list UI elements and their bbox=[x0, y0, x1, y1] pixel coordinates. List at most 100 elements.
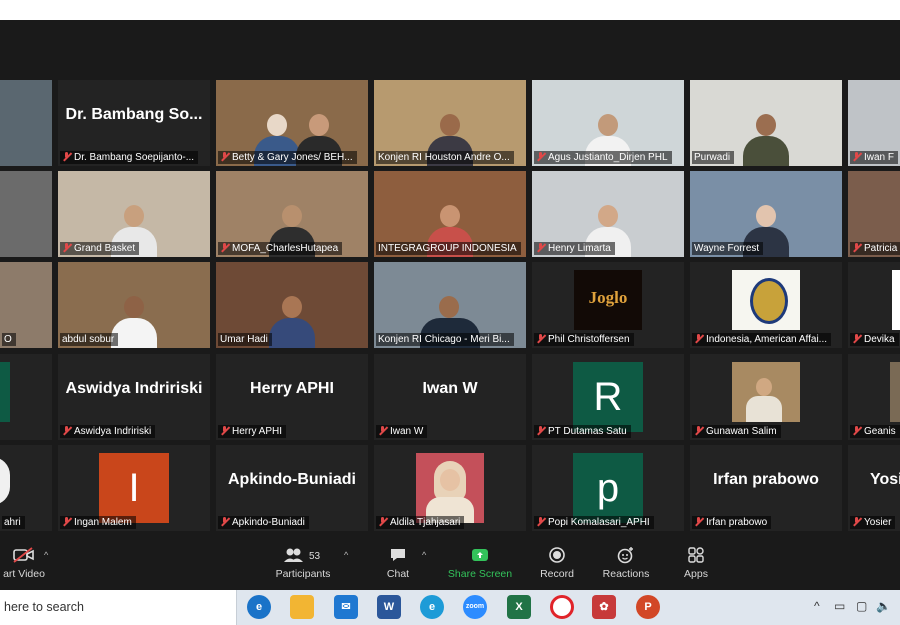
opera-icon[interactable] bbox=[550, 595, 574, 619]
participant-tile[interactable]: Iwan F bbox=[848, 80, 900, 166]
excel-icon[interactable]: X bbox=[507, 595, 531, 619]
participant-tile[interactable]: Iwan W Iwan W bbox=[374, 354, 526, 440]
muted-mic-icon bbox=[536, 334, 545, 343]
participant-label: Grand Basket bbox=[60, 242, 140, 255]
participant-label: Aswidya Indririski bbox=[60, 425, 156, 438]
muted-mic-icon bbox=[62, 517, 71, 526]
profile-image bbox=[416, 453, 484, 523]
participant-tile[interactable] bbox=[0, 171, 52, 257]
participant-tile[interactable] bbox=[0, 354, 52, 440]
participant-label: Popi Komalasari_APHI bbox=[534, 516, 654, 529]
participants-button[interactable]: 53 Participants bbox=[272, 546, 334, 580]
participant-tile[interactable]: ahri bbox=[0, 445, 52, 531]
participant-tile[interactable]: R PT Dutamas Satu bbox=[532, 354, 684, 440]
participant-name-display: Yosi bbox=[870, 471, 900, 488]
chat-button[interactable]: Chat bbox=[380, 546, 416, 580]
participant-tile[interactable]: Herry APHI Herry APHI bbox=[216, 354, 368, 440]
share-screen-button[interactable]: Share Screen bbox=[446, 546, 514, 580]
participant-label: Devika bbox=[850, 333, 899, 346]
participant-label: INTEGRAGROUP INDONESIA bbox=[376, 242, 521, 255]
video-options-caret-icon[interactable]: ^ bbox=[44, 550, 48, 560]
apps-button[interactable]: Apps bbox=[678, 546, 714, 580]
participant-tile[interactable]: Betty & Gary Jones/ BEH... bbox=[216, 80, 368, 166]
participant-tile[interactable]: Aldila Tjahjasari bbox=[374, 445, 526, 531]
participant-figure bbox=[269, 292, 315, 348]
participant-tile[interactable]: Wayne Forrest bbox=[690, 171, 842, 257]
participant-label: Aldila Tjahjasari bbox=[376, 516, 465, 529]
participant-label: Geanis bbox=[850, 425, 900, 438]
participant-tile[interactable]: Konjen RI Houston Andre O... bbox=[374, 80, 526, 166]
participant-tile[interactable]: Patricia bbox=[848, 171, 900, 257]
participant-label: Konjen RI Chicago - Meri Bi... bbox=[376, 333, 514, 346]
app-red-icon[interactable]: ✿ bbox=[592, 595, 616, 619]
participant-label: PT Dutamas Satu bbox=[534, 425, 631, 438]
participant-label: Patricia bbox=[850, 242, 900, 255]
participants-count: 53 bbox=[309, 551, 321, 562]
participant-label: Iwan F bbox=[850, 151, 899, 164]
participant-tile[interactable]: MOFA_CharlesHutapea bbox=[216, 171, 368, 257]
participant-name-display: Aswidya Indririski bbox=[65, 380, 203, 397]
participant-label: Ingan Malem bbox=[60, 516, 136, 529]
file-explorer-icon[interactable] bbox=[290, 595, 314, 619]
muted-mic-icon bbox=[852, 243, 861, 252]
participant-tile[interactable]: abdul sobur bbox=[58, 262, 210, 348]
video-feed bbox=[0, 171, 52, 257]
participant-label: Umar Hadi bbox=[218, 333, 272, 346]
muted-mic-icon bbox=[536, 517, 545, 526]
participant-tile[interactable]: Indonesia, American Affai... bbox=[690, 262, 842, 348]
participant-tile[interactable]: Agus Justianto_Dirjen PHL bbox=[532, 80, 684, 166]
meeting-toolbar: art Video ^ 53 Participants ^ Chat ^ Sha… bbox=[0, 542, 900, 590]
start-video-button[interactable]: art Video bbox=[0, 546, 48, 580]
powerpoint-icon[interactable]: P bbox=[636, 595, 660, 619]
chat-caret-icon[interactable]: ^ bbox=[422, 550, 426, 560]
volume-icon[interactable]: 🔈 bbox=[876, 599, 891, 613]
muted-mic-icon bbox=[852, 334, 861, 343]
word-icon[interactable]: W bbox=[377, 595, 401, 619]
participant-tile[interactable]: Dr. Bambang So... Dr. Bambang Soepijanto… bbox=[58, 80, 210, 166]
participants-caret-icon[interactable]: ^ bbox=[344, 550, 348, 560]
participant-label: Apkindo-Buniadi bbox=[218, 516, 309, 529]
profile-image bbox=[892, 270, 900, 330]
participant-tile[interactable]: Yosi Yosier bbox=[848, 445, 900, 531]
record-button[interactable]: Record bbox=[536, 546, 578, 580]
participant-tile[interactable]: Aswidya Indririski Aswidya Indririski bbox=[58, 354, 210, 440]
participant-label: abdul sobur bbox=[60, 333, 119, 346]
network-icon[interactable]: ▭ bbox=[834, 599, 845, 613]
participant-tile[interactable] bbox=[0, 80, 52, 166]
reactions-button[interactable]: Reactions bbox=[598, 546, 654, 580]
mail-icon[interactable]: ✉ bbox=[334, 595, 358, 619]
apps-icon bbox=[678, 546, 714, 568]
video-off-icon bbox=[0, 546, 48, 568]
participant-label: Wayne Forrest bbox=[692, 242, 764, 255]
profile-image bbox=[0, 457, 10, 505]
search-placeholder: here to search bbox=[4, 600, 84, 614]
muted-mic-icon bbox=[62, 152, 71, 161]
participant-tile[interactable]: Apkindo-Buniadi Apkindo-Buniadi bbox=[216, 445, 368, 531]
taskbar-search-box[interactable]: here to search bbox=[0, 590, 237, 625]
participant-tile[interactable]: Geanis bbox=[848, 354, 900, 440]
chevron-up-icon[interactable]: ^ bbox=[814, 599, 820, 613]
edge-legacy-icon[interactable]: e bbox=[247, 595, 271, 619]
zoom-icon[interactable]: zoom bbox=[463, 595, 487, 619]
participant-tile-active-speaker[interactable]: Konjen RI Chicago - Meri Bi... bbox=[374, 262, 526, 348]
participant-tile[interactable]: INTEGRAGROUP INDONESIA bbox=[374, 171, 526, 257]
participant-tile[interactable]: Purwadi bbox=[690, 80, 842, 166]
participant-tile[interactable]: Irfan prabowo Irfan prabowo bbox=[690, 445, 842, 531]
participant-tile[interactable]: Gunawan Salim bbox=[690, 354, 842, 440]
participant-name-display: Herry APHI bbox=[250, 380, 334, 397]
chat-icon bbox=[380, 546, 416, 568]
participant-tile[interactable]: Devika bbox=[848, 262, 900, 348]
participant-tile[interactable]: Henry Limarta bbox=[532, 171, 684, 257]
participant-tile[interactable]: p Popi Komalasari_APHI bbox=[532, 445, 684, 531]
participant-tile[interactable]: O bbox=[0, 262, 52, 348]
gallery-view: Dr. Bambang So... Dr. Bambang Soepijanto… bbox=[0, 20, 900, 542]
participant-tile[interactable]: Umar Hadi bbox=[216, 262, 368, 348]
participant-tile[interactable]: Joglo Phil Christoffersen bbox=[532, 262, 684, 348]
participant-tile[interactable]: I Ingan Malem bbox=[58, 445, 210, 531]
letter-avatar: p bbox=[573, 453, 643, 523]
participant-label: Agus Justianto_Dirjen PHL bbox=[534, 151, 672, 164]
participant-tile[interactable]: Grand Basket bbox=[58, 171, 210, 257]
display-icon[interactable]: ▢ bbox=[856, 599, 867, 613]
edge-icon[interactable]: e bbox=[420, 595, 444, 619]
muted-mic-icon bbox=[220, 152, 229, 161]
